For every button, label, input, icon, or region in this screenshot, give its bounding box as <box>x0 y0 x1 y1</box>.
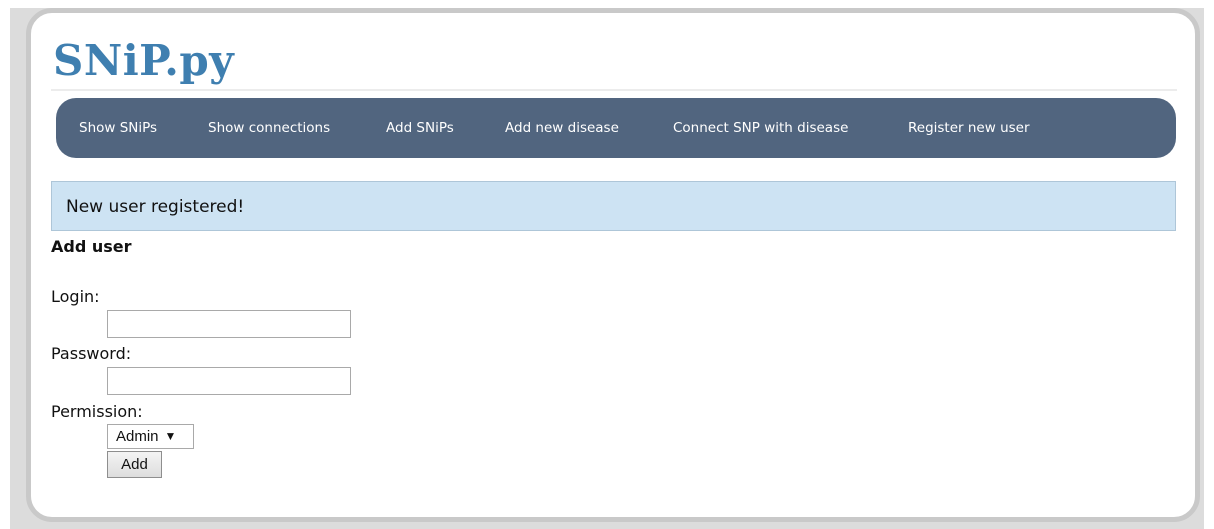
site-title[interactable]: SNiP.py <box>53 37 234 85</box>
form-heading: Add user <box>51 237 132 256</box>
nav-item-connect-snp-disease[interactable]: Connect SNP with disease <box>673 98 848 158</box>
permission-label: Permission: <box>51 402 143 421</box>
password-label: Password: <box>51 344 132 363</box>
permission-select-value: Admin <box>116 428 159 445</box>
caret-down-icon: ▼ <box>164 429 177 443</box>
password-input[interactable] <box>107 367 351 395</box>
add-user-button[interactable]: Add <box>107 451 162 478</box>
nav-item-add-new-disease[interactable]: Add new disease <box>505 98 619 158</box>
nav-item-register-user[interactable]: Register new user <box>908 98 1030 158</box>
success-notice: New user registered! <box>51 181 1176 231</box>
nav-item-add-snips[interactable]: Add SNiPs <box>386 98 454 158</box>
nav-item-show-snips[interactable]: Show SNiPs <box>79 98 157 158</box>
login-label: Login: <box>51 287 100 306</box>
nav-bar: Show SNiPs Show connections Add SNiPs Ad… <box>56 98 1176 158</box>
title-divider <box>51 89 1177 91</box>
main-container: SNiP.py Show SNiPs Show connections Add … <box>26 8 1200 522</box>
login-input[interactable] <box>107 310 351 338</box>
permission-select[interactable]: Admin ▼ <box>107 424 194 449</box>
nav-item-show-connections[interactable]: Show connections <box>208 98 330 158</box>
